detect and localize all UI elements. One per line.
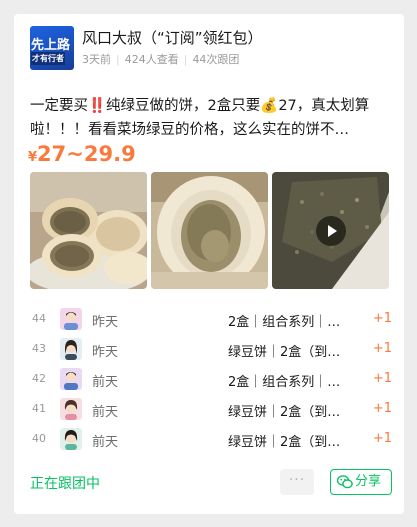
order-item: 绿豆饼｜2盒（到… — [228, 405, 341, 420]
buyer-avatar — [60, 308, 82, 330]
order-row[interactable]: 42 前天 2盒｜组合系列｜… +1 — [30, 364, 392, 394]
order-list: 44 昨天 2盒｜组合系列｜… +1 43 昨天 绿豆饼｜2盒（到… +1 42… — [30, 304, 392, 454]
order-day: 前天 — [92, 405, 119, 420]
buyer-avatar — [60, 398, 82, 420]
order-number: 40 — [32, 432, 46, 445]
product-video-thumbnail[interactable] — [272, 172, 389, 289]
group-status: 正在跟团中 — [30, 476, 100, 492]
buyer-avatar — [60, 368, 82, 390]
order-day: 前天 — [92, 435, 119, 450]
meta-divider: | — [116, 53, 120, 66]
buyer-avatar — [60, 428, 82, 450]
order-row[interactable]: 43 昨天 绿豆饼｜2盒（到… +1 — [30, 334, 392, 364]
price-range: ¥27~29.9 — [28, 142, 136, 166]
share-button[interactable]: 分享 — [330, 469, 392, 495]
order-day: 昨天 — [92, 315, 119, 330]
post-time: 3天前 — [82, 53, 111, 66]
avatar-text-line1: 先上路 — [31, 38, 71, 53]
buyer-avatar — [60, 338, 82, 360]
order-number: 41 — [32, 402, 46, 415]
post-description[interactable]: 一定要买‼️纯绿豆做的饼，2盒只要💰27，真太划算啦！！！看看菜场绿豆的价格，这… — [30, 94, 388, 142]
order-number: 42 — [32, 372, 46, 385]
group-buy-card[interactable]: 先上路 才有行者 风口大叔（“订阅”领红包） 3天前 | 424人查看 | 44次跟团 … — [14, 14, 404, 514]
share-label: 分享 — [355, 474, 382, 489]
avatar-text-line2: 才有行者 — [31, 52, 65, 65]
order-day: 前天 — [92, 375, 119, 390]
order-row[interactable]: 41 前天 绿豆饼｜2盒（到… +1 — [30, 394, 392, 424]
order-quantity: +1 — [372, 431, 392, 446]
order-item: 绿豆饼｜2盒（到… — [228, 345, 341, 360]
meta-divider: | — [183, 53, 188, 66]
follower-count: 44次跟团 — [192, 53, 240, 66]
order-item: 绿豆饼｜2盒（到… — [228, 435, 341, 450]
product-images — [30, 172, 390, 290]
order-quantity: +1 — [372, 341, 392, 356]
order-number: 43 — [32, 342, 46, 355]
product-image-2[interactable] — [151, 172, 268, 289]
leader-name[interactable]: 风口大叔（“订阅”领红包） — [82, 27, 263, 48]
view-count: 424人查看 — [124, 53, 179, 66]
order-number: 44 — [32, 312, 46, 325]
wechat-icon — [337, 475, 353, 489]
play-icon[interactable] — [316, 216, 346, 246]
order-row[interactable]: 44 昨天 2盒｜组合系列｜… +1 — [30, 304, 392, 334]
order-row[interactable]: 40 前天 绿豆饼｜2盒（到… +1 — [30, 424, 392, 454]
post-meta: 3天前 | 424人查看 | 44次跟团 — [82, 51, 239, 67]
price-amount: 27~29.9 — [37, 142, 136, 166]
order-quantity: +1 — [372, 401, 392, 416]
more-options-button[interactable]: ··· — [280, 469, 314, 495]
price-currency: ¥ — [28, 150, 38, 165]
order-quantity: +1 — [372, 371, 392, 386]
order-item: 2盒｜组合系列｜… — [228, 375, 341, 390]
product-image-1[interactable] — [30, 172, 147, 289]
order-item: 2盒｜组合系列｜… — [228, 315, 341, 330]
leader-avatar[interactable]: 先上路 才有行者 — [30, 26, 74, 70]
order-quantity: +1 — [372, 311, 392, 326]
order-day: 昨天 — [92, 345, 119, 360]
post-header: 先上路 才有行者 风口大叔（“订阅”领红包） 3天前 | 424人查看 | 44次跟团 — [30, 26, 390, 74]
